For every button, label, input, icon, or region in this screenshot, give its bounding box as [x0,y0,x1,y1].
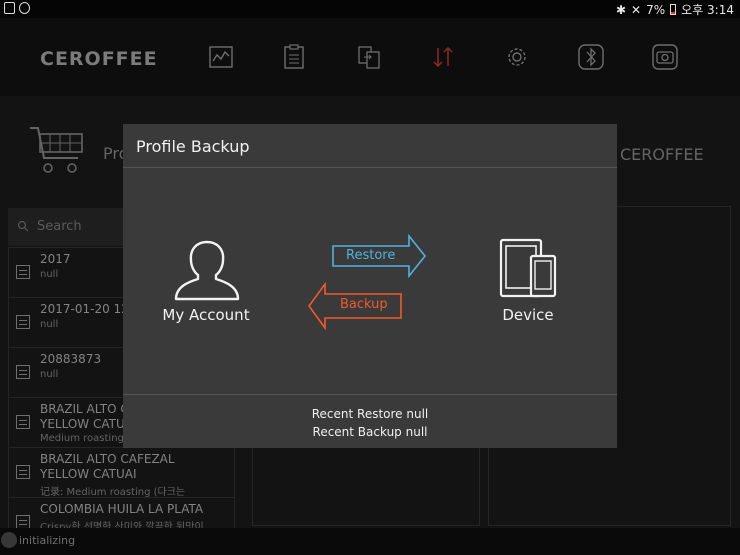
mute-icon: ✕ [631,2,642,17]
backup-button[interactable]: Backup [307,282,403,330]
app-notification-icon [19,2,30,14]
recent-info: Recent Restore null Recent Backup null [123,405,617,441]
device-label: Device [502,306,554,324]
restore-button[interactable]: Restore [331,234,427,278]
clock: 오후 3:14 [681,3,734,17]
dialog-title: Profile Backup [136,137,250,156]
gallery-notification-icon [4,2,15,14]
restore-label: Restore [346,248,396,263]
battery-percent: 7% [646,2,666,17]
user-icon [174,240,240,301]
bluetooth-status-icon: ✱ [615,2,627,17]
recent-backup: Recent Backup null [312,425,428,439]
device-icon [499,238,557,298]
divider [123,394,617,395]
recent-restore: Recent Restore null [311,407,429,421]
battery-icon [670,4,677,15]
backup-label: Backup [340,297,388,312]
divider [123,167,617,168]
status-bar: ✱ ✕ 7% 오후 3:14 [0,0,740,18]
profile-backup-dialog: Profile Backup My Account Restore Backup… [123,124,617,448]
account-label: My Account [162,306,250,324]
